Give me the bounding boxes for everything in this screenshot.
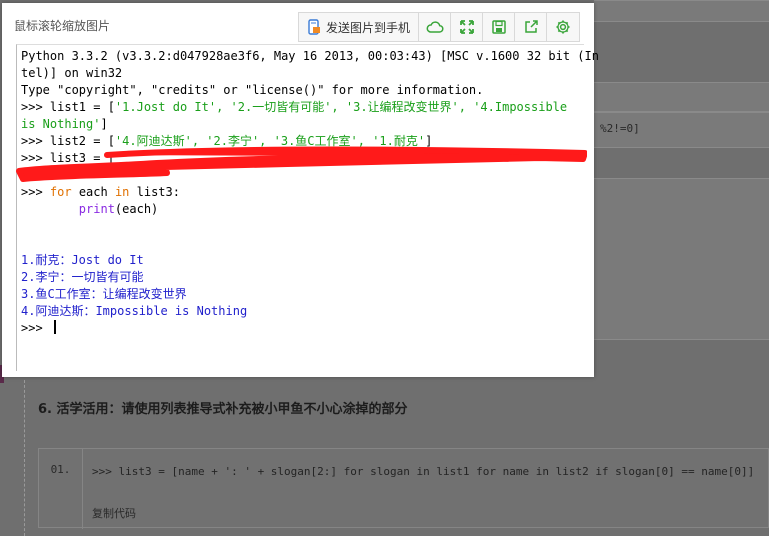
console-line: >>> list3 = [ [21,151,115,165]
text-caret [53,320,56,334]
settings-icon [556,20,570,34]
background-block [594,178,769,340]
console-output-line: 1.耐克：Jost do It [21,253,144,267]
settings-button[interactable] [547,13,579,41]
phone-send-icon [308,19,320,35]
console-line: Type "copyright", "credits" or "license(… [21,83,484,97]
viewer-toolbar: 发送图片到手机 [298,12,581,42]
save-button[interactable] [483,13,516,41]
console-line: tel)] on win32 [21,66,123,80]
cloud-button[interactable] [419,13,452,41]
console-line: is Nothing'] [21,117,108,131]
background-block [594,0,769,22]
save-icon [491,20,506,34]
question-heading: 6. 活学活用：请使用列表推导式补充被小甲鱼不小心涂掉的部分 [38,402,408,417]
background-code-snippet: %2!=0] [600,122,640,135]
code-block: 01. >>> list3 = [name + ': ' + slogan[2:… [38,448,769,529]
console-output-line: 3.鱼C工作室：让编程改变世界 [21,287,187,301]
console-output-line: 2.李宁：一切皆有可能 [21,270,144,284]
fullscreen-icon [459,20,474,34]
console-line-redacted [21,167,584,184]
console-output-line: 4.阿迪达斯：Impossible is Nothing [21,304,248,318]
line-number: 01. [39,449,83,529]
console-line: >>> list2 = ['4.阿迪达斯', '2.李宁', '3.鱼C工作室'… [21,134,433,148]
python-console-image: Python 3.3.2 (v3.3.2:d047928ae3f6, May 1… [16,44,599,371]
share-button[interactable] [515,13,548,41]
image-viewer: 鼠标滚轮缩放图片 发送图片到手机 Python 3.3.2 (v3.3.2:d0… [2,3,599,377]
send-to-phone-label: 发送图片到手机 [326,20,411,35]
console-prompt-line: >>> [21,320,584,337]
viewer-title: 鼠标滚轮缩放图片 [14,19,111,33]
console-line: >>> list1 = ['1.Jost do It', '2.一切皆有可能',… [21,100,568,114]
background-block [594,82,769,112]
fullscreen-button[interactable] [451,13,484,41]
send-to-phone-button[interactable]: 发送图片到手机 [299,13,420,41]
code-line: >>> list3 = [name + ': ' + slogan[2:] fo… [92,465,755,478]
background-divider [24,380,25,536]
console-line: print(each) [78,202,159,216]
share-icon [524,20,538,33]
copy-code-link[interactable]: 复制代码 [92,505,136,521]
cloud-icon [426,21,444,33]
console-line: >>> for each in list3: [21,185,180,199]
console-line: Python 3.3.2 (v3.3.2:d047928ae3f6, May 1… [21,49,599,63]
